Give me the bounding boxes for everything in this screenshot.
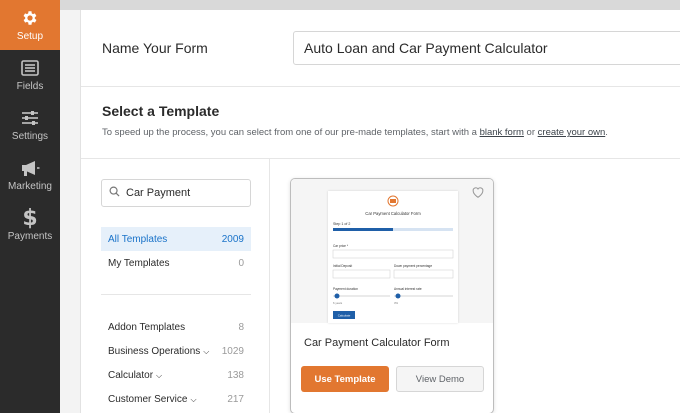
blank-form-link[interactable]: blank form	[480, 127, 524, 138]
chevron-down-icon: ⌵	[203, 346, 210, 356]
sidebar-item-payments[interactable]: $ Payments	[0, 200, 60, 250]
preview-slider-value: 6 years	[333, 301, 343, 305]
template-preview: Car Payment Calculator Form Step 1 of 2 …	[291, 179, 493, 323]
list-icon	[20, 58, 40, 78]
use-template-button[interactable]: Use Template	[301, 366, 389, 392]
filter-customer-service[interactable]: Customer Service ⌵ 217	[101, 387, 251, 411]
divider	[269, 158, 270, 413]
filter-count: 2009	[221, 233, 244, 245]
template-card[interactable]: Car Payment Calculator Form Step 1 of 2 …	[290, 178, 494, 413]
filter-label: Business Operations	[108, 345, 201, 357]
megaphone-icon	[20, 158, 40, 178]
form-name-label: Name Your Form	[102, 40, 208, 56]
preview-button: Calculate	[338, 314, 351, 318]
template-heading: Select a Template	[102, 103, 220, 119]
dollar-icon: $	[22, 205, 38, 231]
filter-count: 217	[227, 393, 244, 405]
sliders-icon	[20, 108, 40, 128]
preview-slider-value: 3%	[394, 301, 399, 305]
sidebar-item-label: Settings	[11, 131, 49, 142]
filter-calculator[interactable]: Calculator ⌵ 138	[101, 363, 251, 387]
template-description: To speed up the process, you can select …	[102, 127, 608, 138]
template-description-text: To speed up the process, you can select …	[102, 127, 480, 138]
filter-label: Calculator	[108, 369, 154, 381]
filter-business-operations[interactable]: Business Operations ⌵ 1029	[101, 339, 251, 363]
view-demo-button[interactable]: View Demo	[396, 366, 484, 392]
sidebar-item-label: Marketing	[8, 181, 52, 192]
chevron-down-icon: ⌵	[190, 394, 197, 404]
top-bar	[60, 0, 680, 10]
filter-my-templates[interactable]: My Templates 0	[101, 251, 251, 275]
preview-field-label: Payment duration	[333, 287, 358, 291]
sidebar-item-settings[interactable]: Settings	[0, 100, 60, 150]
sidebar-item-fields[interactable]: Fields	[0, 50, 60, 100]
preview-field-label: Annual interest rate	[394, 287, 422, 291]
template-description-text: or	[523, 127, 538, 138]
template-card-title: Car Payment Calculator Form	[304, 337, 450, 349]
sidebar-item-setup[interactable]: Setup	[0, 0, 60, 50]
filter-count: 0	[238, 257, 244, 269]
preview-field-label: Car price *	[333, 244, 349, 248]
preview-step: Step 1 of 2	[333, 222, 350, 226]
gear-icon	[20, 8, 40, 28]
preview-progress-bar	[333, 228, 393, 231]
divider	[101, 294, 251, 295]
search-icon	[109, 184, 120, 202]
preview-title: Car Payment Calculator Form	[365, 211, 421, 216]
filter-addon-templates[interactable]: Addon Templates 8	[101, 315, 251, 339]
preview-field-label: Initial Deposit	[333, 264, 352, 268]
sidebar-item-marketing[interactable]: Marketing	[0, 150, 60, 200]
sidebar-item-label: Fields	[16, 81, 44, 92]
filter-all-templates[interactable]: All Templates 2009	[101, 227, 251, 251]
template-search[interactable]	[101, 179, 251, 207]
sidebar-item-label: Payments	[7, 231, 53, 242]
filter-count: 8	[238, 321, 244, 333]
filter-label: Addon Templates	[108, 321, 186, 333]
create-your-own-link[interactable]: create your own	[538, 127, 606, 138]
filter-label: Customer Service	[108, 393, 188, 405]
filter-count: 1029	[221, 345, 244, 357]
sidebar-item-label: Setup	[16, 31, 44, 42]
template-description-text: .	[605, 127, 608, 138]
sidebar: Setup Fields Settings Marketing $ Paymen…	[0, 0, 60, 413]
form-name-input[interactable]	[293, 31, 680, 65]
filter-label: All Templates	[108, 233, 168, 245]
preview-form-drawing: Car Payment Calculator Form Step 1 of 2 …	[332, 195, 454, 319]
divider	[81, 158, 680, 159]
filter-count: 138	[227, 369, 244, 381]
setup-panel: Name Your Form Select a Template To spee…	[80, 10, 680, 413]
form-name-row: Name Your Form	[81, 10, 680, 87]
preview-field-label: Down payment percentage	[394, 264, 432, 268]
preview-form: Car Payment Calculator Form Step 1 of 2 …	[328, 191, 458, 323]
search-input[interactable]	[126, 187, 236, 199]
chevron-down-icon: ⌵	[156, 370, 163, 380]
filter-label: My Templates	[108, 257, 170, 269]
heart-icon[interactable]	[471, 185, 485, 199]
